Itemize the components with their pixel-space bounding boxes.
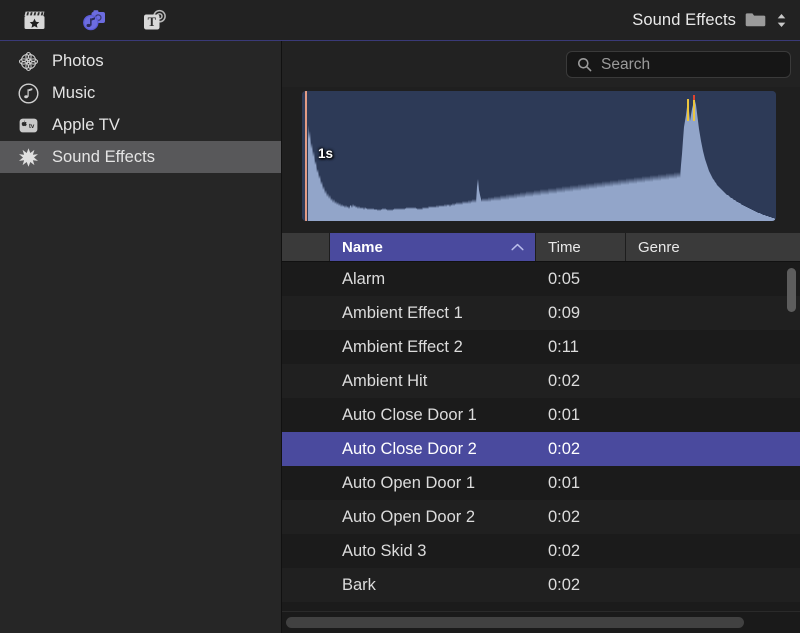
svg-text:T: T [148,15,157,29]
sidebar: Photos Music [0,41,282,633]
music-circle-glyph [18,83,39,104]
row-time-cell: 0:11 [536,338,626,357]
sidebar-item-label: Photos [52,52,104,71]
sound-effects-table: Name Time Genre Alarm 0:05 [282,233,800,612]
table-row[interactable]: Auto Open Door 2 0:02 [282,500,800,534]
row-name-cell: Auto Open Door 1 [330,474,536,493]
table-body: Alarm 0:05 Ambient Effect 1 0:09 Ambient… [282,262,800,613]
apple-tv-icon: tv [17,114,39,136]
column-header-genre[interactable]: Genre [626,233,800,261]
toolbar-library-selector[interactable]: Sound Effects [632,11,800,30]
row-name-cell: Auto Close Door 2 [330,440,536,459]
chevron-up-down-glyph [776,12,787,29]
row-time-cell: 0:02 [536,372,626,391]
table-row[interactable]: Ambient Effect 1 0:09 [282,296,800,330]
vertical-scrollbar-thumb[interactable] [787,268,796,312]
row-time-cell: 0:02 [536,440,626,459]
table-row[interactable]: Ambient Effect 2 0:11 [282,330,800,364]
row-name-cell: Ambient Hit [330,372,536,391]
table-row[interactable]: Auto Close Door 1 0:01 [282,398,800,432]
svg-text:tv: tv [28,123,34,130]
apple-tv-glyph: tv [18,115,39,136]
photos-flower-glyph [18,51,39,72]
table-row-selected[interactable]: Auto Close Door 2 0:02 [282,432,800,466]
row-name-cell: Ambient Effect 1 [330,304,536,323]
row-name-cell: Auto Open Door 2 [330,508,536,527]
row-name-cell: Alarm [330,270,536,289]
row-name-cell: Auto Skid 3 [330,542,536,561]
titles-generators-browser-icon[interactable] [17,5,51,35]
playhead-indicator [305,91,307,221]
row-time-cell: 0:02 [536,508,626,527]
sidebar-item-label: Music [52,84,95,103]
column-header-name-label: Name [342,239,383,256]
column-header-blank[interactable] [282,233,330,261]
waveform-preview[interactable]: 1s [302,91,776,221]
vertical-scrollbar[interactable] [785,262,798,613]
sidebar-item-label: Apple TV [52,116,120,135]
sound-effects-browser-window: T Sound Effects [0,0,800,633]
row-time-cell: 0:01 [536,406,626,425]
search-placeholder: Search [601,56,650,74]
table-row[interactable]: Auto Skid 3 0:02 [282,534,800,568]
music-note-icon [17,82,39,104]
waveform-graph [302,91,776,221]
table-row[interactable]: Bark 0:02 [282,568,800,602]
clapperboard-star-glyph [22,8,47,33]
sidebar-item-music[interactable]: Music [0,77,281,109]
up-down-chevron-icon[interactable] [775,12,788,29]
table-row[interactable]: Auto Open Door 1 0:01 [282,466,800,500]
row-name-cell: Bark [330,576,536,595]
row-name-cell: Ambient Effect 2 [330,338,536,357]
table-header-row: Name Time Genre [282,233,800,262]
search-bar-row: Search [282,41,800,87]
burst-star-glyph [18,147,39,168]
toolbar-icon-group: T [0,5,171,35]
toolbar: T Sound Effects [0,0,800,41]
table-row[interactable]: Alarm 0:05 [282,262,800,296]
photos-icon [17,50,39,72]
horizontal-scrollbar[interactable] [282,611,800,633]
row-time-cell: 0:05 [536,270,626,289]
column-header-name[interactable]: Name [330,233,536,261]
row-time-cell: 0:01 [536,474,626,493]
browser-content-pane: Search 1s Name [282,41,800,633]
sort-ascending-chevron-icon [511,243,524,251]
sidebar-item-label: Sound Effects [52,148,155,167]
text-title-glyph: T [141,8,167,33]
sidebar-item-sound-effects[interactable]: Sound Effects [0,141,281,173]
table-row[interactable]: Ambient Hit 0:02 [282,364,800,398]
folder-icon [745,12,766,28]
row-time-cell: 0:02 [536,542,626,561]
sidebar-item-apple-tv[interactable]: tv Apple TV [0,109,281,141]
row-time-cell: 0:09 [536,304,626,323]
chevron-up-glyph [511,243,524,251]
row-name-cell: Auto Close Door 1 [330,406,536,425]
search-input[interactable]: Search [566,51,791,78]
titles-browser-icon[interactable]: T [137,5,171,35]
photos-audio-browser-icon[interactable] [77,5,111,35]
horizontal-scrollbar-thumb[interactable] [286,617,744,628]
row-time-cell: 0:02 [536,576,626,595]
search-icon [577,57,592,72]
sidebar-item-photos[interactable]: Photos [0,45,281,77]
column-header-time[interactable]: Time [536,233,626,261]
sound-effects-icon [17,146,39,168]
music-note-camera-glyph [81,8,108,33]
toolbar-title: Sound Effects [632,11,736,30]
